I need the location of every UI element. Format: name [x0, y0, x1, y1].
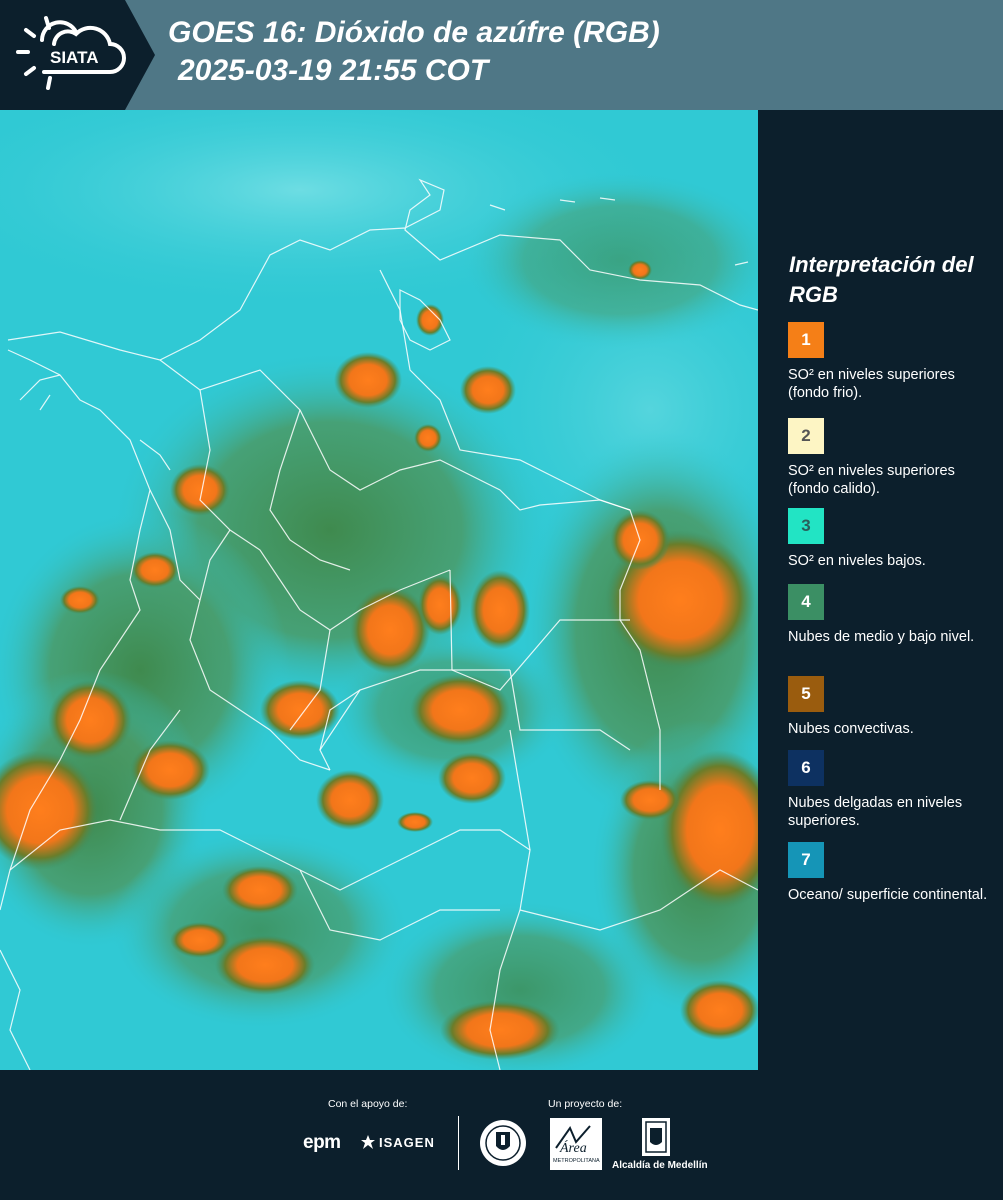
legend-number-5: 5 [801, 684, 811, 703]
isagen-text: ISAGEN [379, 1134, 435, 1150]
legend-label-6: Nubes delgadas en niveles superiores. [788, 795, 963, 829]
legend-number-1: 1 [801, 330, 811, 349]
legend-number-4: 4 [801, 592, 811, 611]
legend-title: Interpretación del RGB [789, 252, 974, 307]
legend-swatch-3: 3 [788, 508, 824, 544]
legend-label-5: Nubes convectivas. [788, 721, 914, 737]
legend-swatch-4: 4 [788, 584, 824, 620]
legend-item-3: 3 SO² en niveles bajos. [788, 508, 988, 570]
satellite-image [0, 110, 758, 1070]
sun-cloud-icon: SIATA [16, 16, 126, 90]
legend-number-2: 2 [801, 426, 811, 445]
legend-swatch-1: 1 [788, 322, 824, 358]
legend-swatch-6: 6 [788, 750, 824, 786]
title-product: GOES 16: Dióxido de azúfre (RGB) [168, 16, 660, 49]
title-datetime: 2025-03-19 21:55 COT [178, 54, 489, 87]
footer-divider [458, 1116, 459, 1170]
isagen-logo[interactable]: ISAGEN [360, 1134, 435, 1150]
logo-text: SIATA [50, 48, 98, 67]
alcaldia-text: Alcaldía de Medellín [612, 1160, 708, 1171]
legend-label-1: SO² en niveles superiores (fondo frio). [788, 367, 955, 401]
legend-item-5: 5 Nubes convectivas. [788, 676, 988, 738]
legend-swatch-7: 7 [788, 842, 824, 878]
legend-swatch-2: 2 [788, 418, 824, 454]
legend-panel: Interpretación del RGB 1 SO² en niveles … [758, 110, 1003, 1070]
legend-item-4: 4 Nubes de medio y bajo nivel. [788, 584, 988, 646]
area-metropolitana-icon: Área METROPOLITANA [550, 1118, 602, 1170]
support-label: Con el apoyo de: [328, 1098, 408, 1110]
siata-logo[interactable]: SIATA [0, 0, 155, 110]
legend-item-2: 2 SO² en niveles superiores (fondo calid… [788, 418, 988, 498]
legend-item-1: 1 SO² en niveles superiores (fondo frio)… [788, 322, 988, 402]
footer: Con el apoyo de: Un proyecto de: epm ISA… [0, 1070, 1003, 1200]
legend-label-2: SO² en niveles superiores (fondo calido)… [788, 463, 955, 497]
epm-logo[interactable]: epm [303, 1132, 341, 1154]
legend-item-7: 7 Oceano/ superficie continental. [788, 842, 988, 904]
amva-subtext: METROPOLITANA [553, 1158, 600, 1164]
legend-label-7: Oceano/ superficie continental. [788, 887, 988, 903]
isagen-icon [361, 1135, 375, 1149]
header-bar: SIATA GOES 16: Dióxido de azúfre (RGB) 2… [0, 0, 1003, 110]
legend-number-3: 3 [801, 516, 811, 535]
area-metropolitana-logo[interactable]: Área METROPOLITANA [550, 1118, 602, 1170]
legend-label-3: SO² en niveles bajos. [788, 553, 926, 569]
amva-text: Área [559, 1139, 587, 1156]
page-title: GOES 16: Dióxido de azúfre (RGB) 2025-03… [168, 14, 660, 90]
project-label: Un proyecto de: [548, 1098, 623, 1110]
alcaldia-shield-icon[interactable] [640, 1116, 672, 1158]
legend-label-4: Nubes de medio y bajo nivel. [788, 629, 975, 645]
legend-item-6: 6 Nubes delgadas en niveles superiores. [788, 750, 988, 830]
legend-swatch-5: 5 [788, 676, 824, 712]
legend-number-7: 7 [801, 850, 811, 869]
legend-number-6: 6 [801, 758, 811, 777]
satellite-map[interactable] [0, 110, 758, 1070]
medellin-seal-icon[interactable] [478, 1118, 528, 1168]
